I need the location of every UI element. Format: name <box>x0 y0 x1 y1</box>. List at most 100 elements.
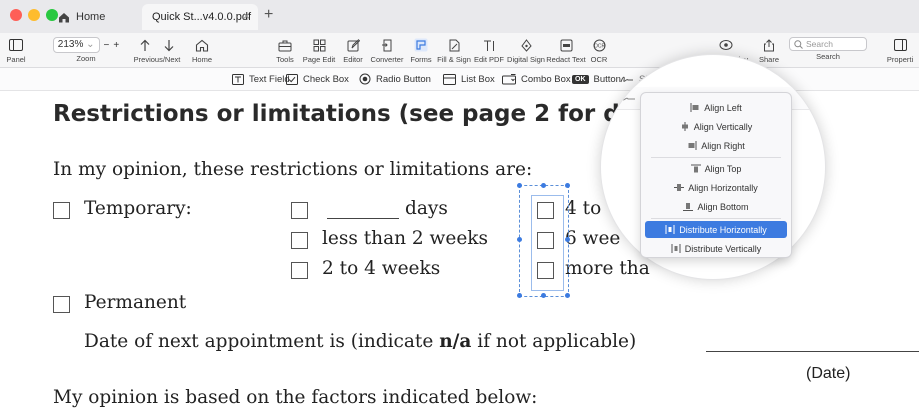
resize-handle[interactable] <box>517 293 522 298</box>
editor-label: Editor <box>343 55 363 64</box>
edit-icon <box>347 38 360 51</box>
button-tool[interactable]: OK Button <box>572 71 621 87</box>
resize-handle[interactable] <box>541 183 546 188</box>
new-tab-button[interactable]: + <box>264 6 273 24</box>
panel-icon <box>9 39 23 51</box>
tools-button[interactable]: Tools <box>270 33 300 67</box>
zoom-out-button[interactable]: − <box>104 40 110 51</box>
permanent-checkbox[interactable] <box>53 296 70 313</box>
tab-close-icon[interactable]: × <box>243 9 250 23</box>
resize-handle[interactable] <box>565 237 570 242</box>
digital-sign-button[interactable]: Digital Sign <box>506 33 546 67</box>
list-box-icon <box>443 73 456 85</box>
appointment-na: n/a <box>439 331 472 352</box>
menu-align-top[interactable]: Align Top <box>645 160 787 177</box>
less-than-2-weeks-checkbox[interactable] <box>291 232 308 249</box>
arrow-up-icon[interactable] <box>140 39 150 52</box>
check-box-tool[interactable]: Check Box <box>286 71 349 87</box>
menu-align-vertically[interactable]: Align Vertically <box>645 118 787 135</box>
search-placeholder: Search <box>806 39 833 49</box>
section-heading: Restrictions or limitations (see page 2 … <box>53 101 636 127</box>
share-button[interactable]: Share <box>756 33 782 67</box>
close-window-button[interactable] <box>10 9 22 21</box>
appointment-prefix: Date of next appointment is (indicate <box>84 331 440 352</box>
combo-box-tool[interactable]: Combo Box <box>502 71 571 87</box>
permanent-label: Permanent <box>84 292 187 313</box>
two-to-four-weeks-checkbox[interactable] <box>291 262 308 279</box>
minimize-window-button[interactable] <box>28 9 40 21</box>
two-to-four-weeks-label: 2 to 4 weeks <box>322 258 441 279</box>
menu-distribute-vertically[interactable]: Distribute Vertically <box>645 240 787 257</box>
tab-document[interactable]: Quick St...v4.0.0.pdf × <box>142 4 258 30</box>
page-edit-button[interactable]: Page Edit <box>300 33 338 67</box>
align-right-icon <box>688 141 697 150</box>
edit-pdf-button[interactable]: Edit PDF <box>472 33 506 67</box>
edit-pdf-label: Edit PDF <box>473 55 504 64</box>
previous-next-group: Previous/Next <box>128 33 186 67</box>
resize-handle[interactable] <box>517 237 522 242</box>
ocr-button[interactable]: OCR OCR <box>586 33 612 67</box>
align-vertically-icon <box>681 122 688 131</box>
maximize-window-button[interactable] <box>46 9 58 21</box>
fill-sign-label: Fill & Sign <box>437 55 471 64</box>
resize-handle[interactable] <box>541 293 546 298</box>
button-tool-label: Button <box>593 73 621 85</box>
forms-button[interactable]: Forms <box>406 33 436 67</box>
resize-handle[interactable] <box>565 183 570 188</box>
properties-button[interactable]: Properti <box>880 33 919 67</box>
menu-item-label: Align Left <box>704 102 742 113</box>
six-weeks-label: 6 wee <box>565 228 621 249</box>
align-top-icon <box>690 164 701 173</box>
fill-sign-icon <box>449 39 459 51</box>
radio-button-label: Radio Button <box>376 73 431 85</box>
menu-item-label: Align Horizontally <box>688 182 758 193</box>
less-than-2-weeks-label: less than 2 weeks <box>322 228 488 249</box>
radio-button-tool[interactable]: Radio Button <box>359 71 431 87</box>
factors-statement: My opinion is based on the factors indic… <box>53 387 538 408</box>
menu-item-label: Align Bottom <box>697 201 749 212</box>
zoom-label: Zoom <box>76 54 96 63</box>
text-field-icon <box>232 73 244 85</box>
editor-button[interactable]: Editor <box>338 33 368 67</box>
fill-sign-button[interactable]: Fill & Sign <box>436 33 472 67</box>
redact-icon <box>560 39 572 51</box>
tools-label: Tools <box>276 55 294 64</box>
text-field-tool[interactable]: Text Field <box>232 71 290 87</box>
menu-align-left[interactable]: Align Left <box>645 99 787 116</box>
menu-align-horizontally[interactable]: Align Horizontally <box>645 179 787 196</box>
combo-box-label: Combo Box <box>521 73 571 85</box>
panel-button[interactable]: Panel <box>4 33 28 67</box>
menu-align-right[interactable]: Align Right <box>645 137 787 154</box>
share-label: Share <box>758 55 779 64</box>
days-blank-field[interactable] <box>327 218 399 219</box>
search-group: Search Search <box>788 33 868 67</box>
arrow-down-icon[interactable] <box>164 39 174 52</box>
resize-handle[interactable] <box>517 183 522 188</box>
list-box-tool[interactable]: List Box <box>443 71 495 87</box>
search-input[interactable]: Search <box>789 37 867 51</box>
home-button[interactable]: Home <box>188 33 216 67</box>
more-than-label: more tha <box>565 258 650 279</box>
convert-icon <box>381 39 391 51</box>
tab-home[interactable]: Home <box>58 5 134 29</box>
forms-label: Forms <box>410 55 432 64</box>
opinion-statement: In my opinion, these restrictions or lim… <box>53 159 533 180</box>
forms-icon <box>414 38 428 52</box>
properties-icon <box>893 39 907 51</box>
temporary-checkbox[interactable] <box>53 202 70 219</box>
resize-handle[interactable] <box>565 293 570 298</box>
menu-align-bottom[interactable]: Align Bottom <box>645 198 787 215</box>
ok-badge-icon: OK <box>572 74 589 84</box>
signature-icon <box>620 76 633 82</box>
menu-item-label: Distribute Vertically <box>684 243 762 254</box>
toolbox-icon <box>278 40 292 51</box>
redact-text-button[interactable]: Redact Text <box>546 33 586 67</box>
zoom-value: 213% <box>57 39 84 50</box>
zoom-in-button[interactable]: + <box>113 40 119 51</box>
days-checkbox[interactable] <box>291 202 308 219</box>
home-label: Home <box>191 55 212 64</box>
zoom-select[interactable]: 213% ⌄ <box>52 37 100 53</box>
menu-distribute-horizontally[interactable]: Distribute Horizontally <box>645 221 787 238</box>
converter-button[interactable]: Converter <box>368 33 406 67</box>
appointment-date-field[interactable] <box>706 351 919 352</box>
